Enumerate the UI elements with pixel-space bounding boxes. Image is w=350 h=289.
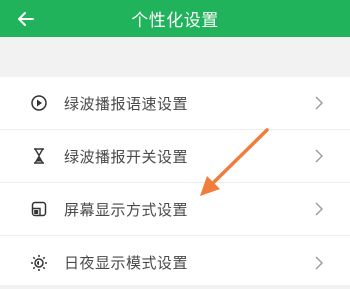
day-night-icon <box>30 254 48 272</box>
page-title: 个性化设置 <box>131 11 219 31</box>
screen-display-icon <box>30 200 48 218</box>
chevron-right-icon <box>315 256 323 269</box>
hourglass-icon <box>30 147 48 165</box>
settings-item-label: 绿波播报语速设置 <box>64 94 189 113</box>
settings-item-switch[interactable]: 绿波播报开关设置 <box>0 130 350 183</box>
settings-item-label: 日夜显示模式设置 <box>64 254 189 272</box>
chevron-right-icon <box>315 149 323 163</box>
app-header: 个性化设置 <box>0 0 350 37</box>
settings-list: 绿波播报语速设置 绿波播报开关设置 屏幕显示方式设置 日夜显示模式设置 <box>0 77 350 285</box>
settings-item-daynight[interactable]: 日夜显示模式设置 <box>0 236 350 289</box>
speed-play-icon <box>30 94 48 112</box>
chevron-right-icon <box>315 202 323 216</box>
arrow-left-icon <box>18 12 34 26</box>
chevron-right-icon <box>315 96 323 110</box>
settings-item-label: 屏幕显示方式设置 <box>64 200 189 219</box>
back-button[interactable] <box>14 7 38 31</box>
settings-item-label: 绿波播报开关设置 <box>64 147 189 166</box>
settings-item-screen[interactable]: 屏幕显示方式设置 <box>0 183 350 236</box>
settings-item-speed[interactable]: 绿波播报语速设置 <box>0 77 350 130</box>
header-spacer <box>0 37 350 77</box>
